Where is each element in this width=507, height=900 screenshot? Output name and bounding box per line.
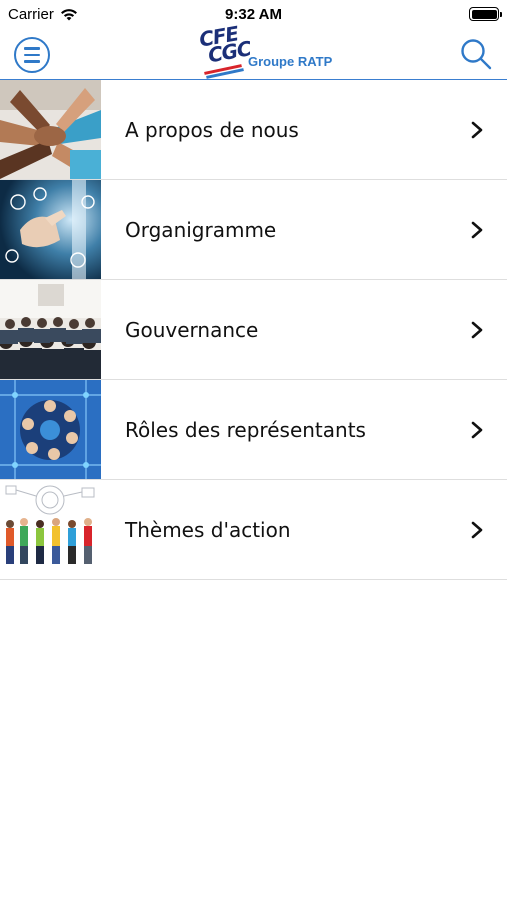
status-time: 9:32 AM [225,6,282,23]
menu-button[interactable] [14,37,50,73]
people-group-illustration [0,480,101,579]
logo-mark: CFE CGC [197,21,253,68]
menu-item-themes[interactable]: Thèmes d'action [0,480,507,580]
app-logo: CFE CGC Groupe RATP [197,21,332,79]
chevron-right-icon [471,321,483,338]
menu-item-organigramme[interactable]: Organigramme [0,180,507,280]
touchscreen-hand-image [0,180,101,279]
menu-item-label: Gouvernance [125,317,259,342]
status-bar: Carrier 9:32 AM [0,0,507,28]
conference-audience-image [0,280,101,379]
stacked-hands-image [0,80,101,179]
logo-text: Groupe RATP [248,54,333,69]
search-button[interactable] [459,37,493,71]
menu-list: A propos de nous Organigramme Gouvernanc… [0,80,507,580]
nav-bar: CFE CGC Groupe RATP [0,21,507,80]
battery-icon [469,7,502,21]
network-people-circle-image [0,380,101,479]
menu-item-label: Organigramme [125,217,277,242]
hamburger-menu-icon [24,47,40,50]
logo-mark-line2: CGC [206,36,253,68]
chevron-right-icon [471,421,483,438]
menu-item-label: Thèmes d'action [125,517,291,542]
menu-item-gouvernance[interactable]: Gouvernance [0,280,507,380]
search-icon [461,39,492,70]
chevron-right-icon [471,121,483,138]
chevron-right-icon [471,521,483,538]
menu-item-about[interactable]: A propos de nous [0,80,507,180]
menu-item-label: A propos de nous [125,117,299,142]
menu-item-roles[interactable]: Rôles des représentants [0,380,507,480]
chevron-right-icon [471,221,483,238]
menu-item-label: Rôles des représentants [125,417,366,442]
